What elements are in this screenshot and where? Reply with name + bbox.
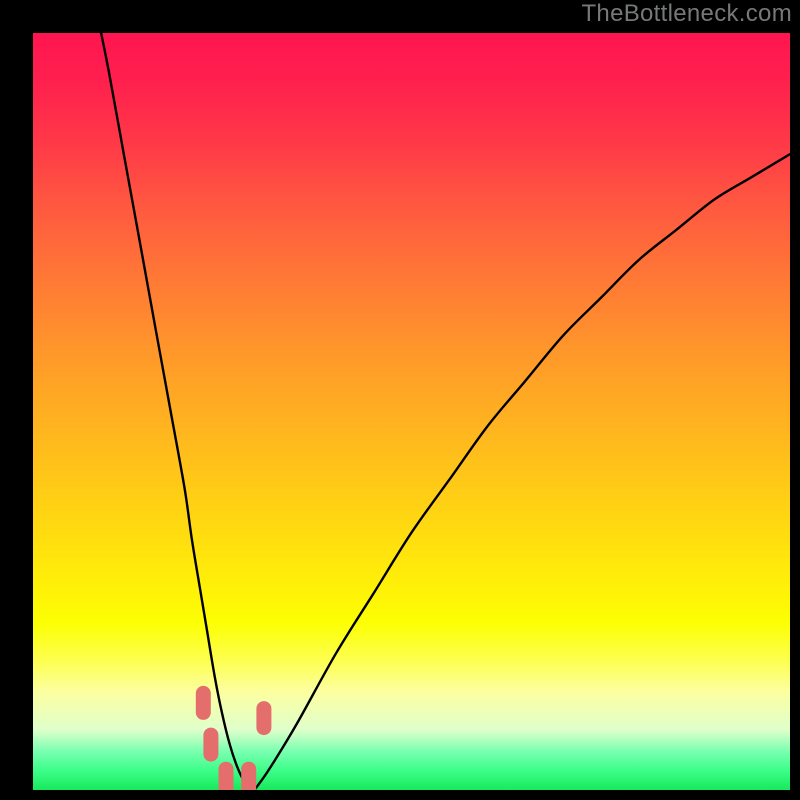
watermark-text: TheBottleneck.com [581, 0, 792, 28]
gradient-background [33, 33, 790, 790]
chart-frame: TheBottleneck.com [0, 0, 800, 800]
